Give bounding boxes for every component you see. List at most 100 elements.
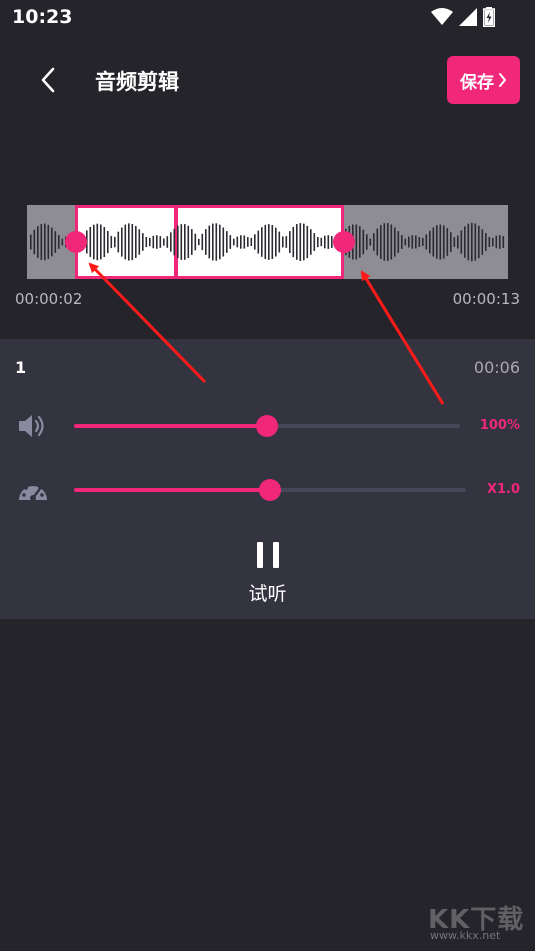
- waveform-bar: [58, 235, 60, 249]
- waveform-bar: [51, 227, 53, 257]
- waveform-bar: [247, 237, 249, 247]
- volume-slider[interactable]: [74, 415, 460, 437]
- waveform-bar: [219, 224, 221, 260]
- waveform-bar: [404, 238, 407, 246]
- volume-slider-thumb[interactable]: [256, 415, 278, 437]
- waveform-bar: [471, 222, 473, 262]
- waveform-editor[interactable]: [27, 205, 508, 279]
- waveform-bar: [152, 235, 155, 249]
- waveform-bar: [443, 225, 445, 259]
- waveform-bar: [327, 235, 330, 249]
- waveform-bar: [229, 235, 232, 249]
- status-time: 10:23: [12, 6, 73, 28]
- waveform-bar: [292, 226, 295, 258]
- waveform-bar: [30, 234, 32, 250]
- waveform-bar: [380, 225, 382, 259]
- page-title: 音频剪辑: [95, 70, 179, 94]
- pause-button[interactable]: [257, 542, 279, 568]
- waveform-bar: [324, 235, 326, 249]
- pause-icon: [257, 542, 263, 568]
- waveform-bar: [149, 237, 151, 247]
- waveform-bar: [485, 233, 487, 251]
- waveform-bar: [411, 235, 414, 249]
- waveform-bar: [502, 236, 505, 248]
- watermark: KK下载 www.kkx.net: [418, 895, 528, 945]
- signal-icon: [459, 8, 477, 26]
- waveform-bar: [156, 235, 158, 249]
- waveform-bar: [299, 223, 302, 261]
- speed-slider[interactable]: [74, 479, 466, 501]
- control-panel: 1 00:06 100% X1.0 试听: [0, 339, 535, 619]
- waveform-bar: [474, 223, 477, 261]
- waveform-bar: [114, 236, 116, 248]
- waveform-bar: [446, 228, 449, 256]
- waveform-bar: [460, 230, 463, 254]
- waveform-bar: [100, 224, 102, 260]
- preview-label: 试听: [248, 583, 287, 605]
- waveform-bar: [103, 227, 106, 257]
- waveform-bar: [159, 236, 162, 248]
- waveform-bar: [44, 223, 46, 261]
- waveform-bar: [429, 230, 431, 254]
- waveform-bar: [415, 235, 417, 249]
- watermark-url: www.kkx.net: [430, 929, 501, 942]
- waveform-bar: [89, 227, 92, 257]
- waveform-bar: [201, 233, 204, 251]
- battery-charging-icon: [483, 7, 495, 27]
- waveform-bar: [198, 238, 200, 246]
- waveform-bar: [257, 230, 260, 254]
- trim-end-handle[interactable]: [333, 231, 355, 253]
- waveform-bar: [191, 229, 193, 255]
- waveform-bar: [166, 236, 169, 248]
- trim-start-handle[interactable]: [65, 231, 87, 253]
- waveform-bar: [261, 227, 263, 257]
- speedometer-icon: [19, 482, 47, 501]
- waveform-bar: [436, 225, 438, 259]
- waveform-bar: [187, 225, 190, 259]
- chevron-left-icon: [41, 67, 55, 93]
- waveform-bar: [320, 237, 323, 247]
- chevron-right-icon: [499, 73, 506, 87]
- audio-edit-screen: 10:23 音频剪辑 保存 00:00:02 00:00:13 1 00:06 …: [0, 0, 535, 951]
- waveform-bar: [310, 229, 312, 255]
- waveform-bar: [355, 224, 358, 260]
- waveform-bar: [439, 224, 442, 260]
- waveform-bar: [359, 226, 361, 258]
- waveform-bar: [289, 231, 291, 253]
- pause-icon-bar: [273, 542, 279, 568]
- waveform-bar: [453, 237, 456, 247]
- waveform-bar: [390, 224, 393, 260]
- waveform-bar: [408, 236, 410, 248]
- volume-slider-fill: [74, 424, 267, 428]
- waveform-bar: [61, 238, 64, 246]
- waveform-bar: [317, 237, 319, 248]
- waveform-bar: [464, 226, 466, 258]
- waveform-bar: [450, 232, 452, 252]
- waveform-bar: [254, 234, 256, 250]
- wifi-icon: [431, 8, 453, 25]
- waveform-bar: [250, 238, 253, 246]
- waveform-bar: [128, 223, 130, 261]
- status-icons: [431, 7, 495, 27]
- waveform-bar: [138, 229, 141, 255]
- waveform-bar: [394, 227, 396, 257]
- waveform-bar: [96, 223, 99, 261]
- waveform-bar: [425, 234, 428, 250]
- speed-slider-thumb[interactable]: [259, 479, 281, 501]
- waveform-bar: [296, 224, 298, 260]
- waveform-bars: [30, 222, 505, 262]
- save-button[interactable]: 保存: [447, 56, 520, 104]
- waveform-bar: [40, 224, 43, 260]
- waveform-bar: [492, 237, 494, 247]
- waveform-bar: [397, 231, 400, 253]
- waveform-bar: [481, 229, 484, 255]
- back-button[interactable]: [34, 62, 62, 98]
- waveform-bar: [37, 226, 39, 258]
- waveform-bar: [47, 224, 50, 259]
- waveform-bar: [184, 224, 186, 260]
- waveform-bar: [369, 238, 372, 246]
- waveform-bar: [145, 237, 148, 248]
- waveform-bar: [278, 231, 281, 253]
- waveform-bar: [495, 235, 498, 249]
- waveform-bar: [124, 224, 127, 260]
